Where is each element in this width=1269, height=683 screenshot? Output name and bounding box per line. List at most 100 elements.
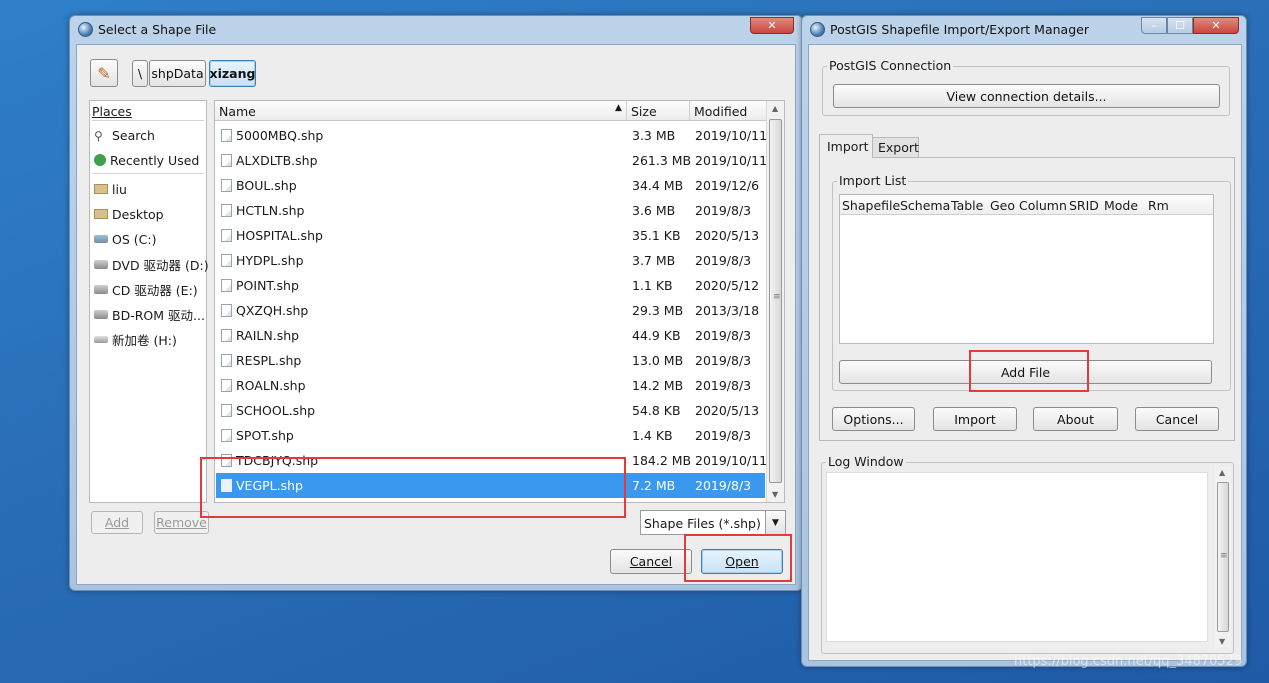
col-geo-column[interactable]: Geo Column xyxy=(990,198,1067,213)
file-row[interactable]: RAILN.shp 44.9 KB 2019/8/3 xyxy=(216,323,765,348)
log-text-area[interactable] xyxy=(826,472,1208,642)
file-modified: 2019/8/3 xyxy=(695,328,752,343)
file-icon xyxy=(221,229,232,242)
file-size: 1.1 KB xyxy=(632,278,673,293)
place-cd-e[interactable]: CD 驱动器 (E:) xyxy=(92,278,198,300)
scroll-down-icon[interactable]: ▼ xyxy=(772,490,778,499)
options-button[interactable]: Options... xyxy=(832,407,915,431)
file-row[interactable]: HCTLN.shp 3.6 MB 2019/8/3 xyxy=(216,198,765,223)
file-row[interactable]: RESPL.shp 13.0 MB 2019/8/3 xyxy=(216,348,765,373)
place-desktop[interactable]: Desktop xyxy=(92,203,164,225)
place-liu[interactable]: liu xyxy=(92,178,127,200)
file-list-scrollbar[interactable]: ▲ ≡ ▼ xyxy=(766,101,784,502)
file-size: 14.2 MB xyxy=(632,378,684,393)
place-recently-used[interactable]: Recently Used xyxy=(92,149,199,171)
file-row[interactable]: SCHOOL.shp 54.8 KB 2020/5/13 xyxy=(216,398,765,423)
col-srid[interactable]: SRID xyxy=(1069,198,1099,213)
cancel-import-button[interactable]: Cancel xyxy=(1135,407,1219,431)
grip-icon: ≡ xyxy=(1220,551,1228,561)
watermark: https://blog.csdn.net/qq_34870529 xyxy=(1014,654,1243,669)
file-row[interactable]: ALXDLTB.shp 261.3 MB 2019/10/11 xyxy=(216,148,768,173)
log-scroll-thumb[interactable]: ≡ xyxy=(1217,482,1229,632)
col-shapefile[interactable]: Shapefile xyxy=(842,198,900,213)
file-name: VEGPL.shp xyxy=(236,478,303,493)
sort-ascending-icon[interactable]: ▲ xyxy=(615,103,622,113)
file-modified: 2019/8/3 xyxy=(695,478,752,493)
file-row[interactable]: VEGPL.shp 7.2 MB 2019/8/3 xyxy=(216,473,765,498)
column-name[interactable]: Name xyxy=(219,104,256,119)
place-os-c[interactable]: OS (C:) xyxy=(92,228,156,250)
import-tab-panel: Import List Shapefile Schema Table Geo C… xyxy=(819,157,1235,441)
optical-drive-icon xyxy=(94,309,108,319)
file-row[interactable]: SPOT.shp 1.4 KB 2019/8/3 xyxy=(216,423,765,448)
file-icon xyxy=(221,329,232,342)
file-list: Name ▲ Size Modified 5000MBQ.shp 3.3 MB 20… xyxy=(214,100,785,503)
file-row[interactable]: HOSPITAL.shp 35.1 KB 2020/5/13 xyxy=(216,223,765,248)
tab-export[interactable]: Export xyxy=(872,137,919,157)
file-name: ROALN.shp xyxy=(236,378,306,393)
app-globe-icon xyxy=(810,22,825,37)
tab-import[interactable]: Import xyxy=(819,134,873,158)
place-new-volume-h[interactable]: 新加卷 (H:) xyxy=(92,328,177,350)
log-scrollbar[interactable]: ▲ ≡ ▼ xyxy=(1215,467,1231,647)
scroll-down-icon[interactable]: ▼ xyxy=(1219,637,1225,646)
cancel-button[interactable]: Cancel xyxy=(610,549,692,574)
add-file-button[interactable]: Add File xyxy=(839,360,1212,384)
about-button[interactable]: About xyxy=(1033,407,1118,431)
grip-icon: ≡ xyxy=(773,292,781,302)
file-rows: 5000MBQ.shp 3.3 MB 2019/10/11 ALXDLTB.shp 26… xyxy=(215,123,768,502)
path-root-button[interactable]: \ xyxy=(132,60,148,87)
file-row[interactable]: TDCBJYQ.shp 184.2 MB 2019/10/11 xyxy=(216,448,767,473)
path-segment-shpdata[interactable]: shpData xyxy=(149,60,206,87)
place-bd-rom[interactable]: BD-ROM 驱动... xyxy=(92,303,205,325)
place-search[interactable]: ⚲ Search xyxy=(92,124,155,146)
file-row[interactable]: 5000MBQ.shp 3.3 MB 2019/10/11 xyxy=(216,123,767,148)
file-row[interactable]: BOUL.shp 34.4 MB 2019/12/6 xyxy=(216,173,765,198)
maximize-icon[interactable]: ☐ xyxy=(1167,17,1193,34)
column-size[interactable]: Size xyxy=(631,104,657,119)
col-mode[interactable]: Mode xyxy=(1104,198,1138,213)
close-icon[interactable]: ✕ xyxy=(1193,17,1239,34)
open-button[interactable]: Open xyxy=(701,549,783,574)
dialog-titlebar[interactable]: Select a Shape File ✕ xyxy=(70,16,802,44)
connection-group-label: PostGIS Connection xyxy=(827,58,954,73)
close-icon[interactable]: ✕ xyxy=(750,17,794,34)
dropdown-arrow-icon[interactable]: ▼ xyxy=(765,511,785,534)
file-size: 3.6 MB xyxy=(632,203,676,218)
file-icon xyxy=(221,279,232,292)
col-rm[interactable]: Rm xyxy=(1148,198,1169,213)
minimize-icon[interactable]: – xyxy=(1141,17,1167,34)
file-row[interactable]: POINT.shp 1.1 KB 2020/5/12 xyxy=(216,273,765,298)
scroll-up-icon[interactable]: ▲ xyxy=(1219,468,1225,477)
file-row[interactable]: HYDPL.shp 3.7 MB 2019/8/3 xyxy=(216,248,765,273)
dialog-title: Select a Shape File xyxy=(98,22,217,37)
file-name: HCTLN.shp xyxy=(236,203,305,218)
scroll-up-icon[interactable]: ▲ xyxy=(772,104,778,113)
file-type-filter[interactable]: Shape Files (*.shp) ▼ xyxy=(640,510,786,535)
file-modified: 2019/8/3 xyxy=(695,353,752,368)
folder-icon xyxy=(94,184,108,194)
places-header[interactable]: Places xyxy=(92,104,132,119)
col-schema[interactable]: Schema xyxy=(900,198,950,213)
file-name: SPOT.shp xyxy=(236,428,294,443)
import-button[interactable]: Import xyxy=(933,407,1017,431)
file-modified: 2019/8/3 xyxy=(695,203,752,218)
file-icon xyxy=(221,154,232,167)
file-size: 35.1 KB xyxy=(632,228,681,243)
remove-place-button[interactable]: Remove xyxy=(154,511,209,534)
view-connection-details-button[interactable]: View connection details... xyxy=(833,84,1220,108)
file-row[interactable]: ROALN.shp 14.2 MB 2019/8/3 xyxy=(216,373,765,398)
file-row[interactable]: QXZQH.shp 29.3 MB 2013/3/18 xyxy=(216,298,765,323)
file-modified: 2019/10/11 xyxy=(695,153,768,168)
manager-titlebar[interactable]: PostGIS Shapefile Import/Export Manager … xyxy=(802,16,1246,44)
col-table[interactable]: Table xyxy=(951,198,983,213)
file-modified: 2019/8/3 xyxy=(695,428,752,443)
add-place-button[interactable]: Add xyxy=(91,511,143,534)
folder-icon xyxy=(94,209,108,219)
type-location-button[interactable]: ✎ xyxy=(90,59,118,87)
column-modified[interactable]: Modified xyxy=(694,104,747,119)
place-dvd-d[interactable]: DVD 驱动器 (D:) xyxy=(92,253,209,275)
path-segment-xizang[interactable]: xizang xyxy=(209,60,256,87)
file-list-scroll-thumb[interactable]: ≡ xyxy=(769,119,782,483)
select-shape-file-dialog: Select a Shape File ✕ ✎ \ shpData xizang… xyxy=(69,15,803,591)
